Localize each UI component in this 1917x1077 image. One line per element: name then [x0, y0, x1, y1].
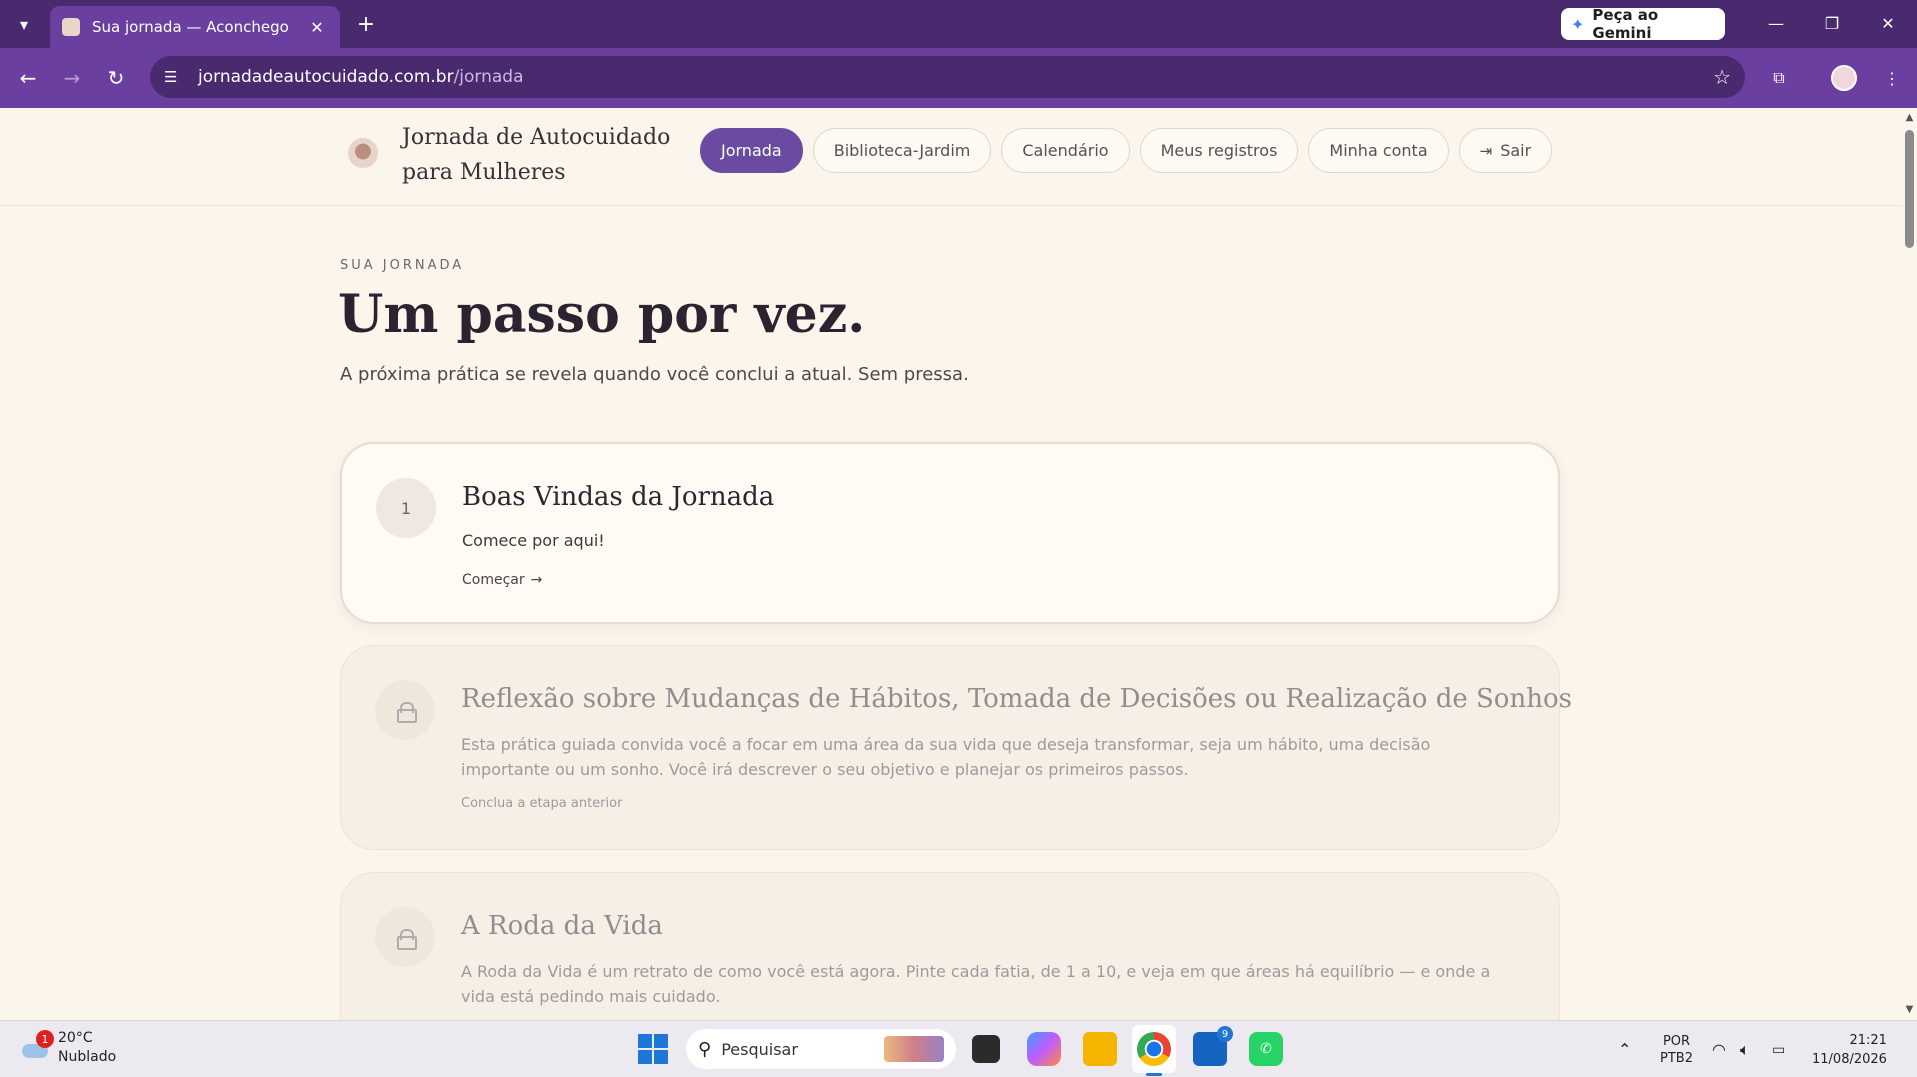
- extensions-icon[interactable]: ⧉: [1763, 62, 1795, 94]
- wifi-icon[interactable]: ◠: [1712, 1021, 1726, 1077]
- page-scrollbar[interactable]: ▲ ▼: [1902, 108, 1917, 1020]
- weather-widget[interactable]: 1 20°C Nublado: [20, 1029, 116, 1067]
- taskbar-search[interactable]: ⚲ Pesquisar: [686, 1029, 956, 1069]
- scroll-down-icon[interactable]: ▼: [1904, 1004, 1915, 1016]
- arrow-right-icon: →: [530, 572, 543, 588]
- lock-badge: [375, 680, 435, 740]
- logout-button[interactable]: ⇥ Sair: [1458, 128, 1553, 173]
- scroll-up-icon[interactable]: ▲: [1904, 112, 1915, 124]
- task-view-icon[interactable]: [972, 1035, 1000, 1063]
- browser-tab-bar: ▾ Sua jornada — Aconchego ✕ + ✦ Peça ao …: [0, 0, 1917, 48]
- site-info-icon[interactable]: ☰: [164, 68, 186, 86]
- active-indicator: [1146, 1073, 1162, 1076]
- gemini-button[interactable]: ✦ Peça ao Gemini: [1561, 6, 1725, 42]
- clock[interactable]: 21:21 11/08/2026: [1812, 1031, 1887, 1069]
- locked-hint: Conclua a etapa anterior: [461, 796, 623, 811]
- tab-title: Sua jornada — Aconchego: [92, 18, 289, 36]
- lock-icon: [397, 702, 417, 723]
- nav-biblioteca-jardim[interactable]: Biblioteca-Jardim: [812, 128, 992, 173]
- chevron-up-icon[interactable]: ⌃: [1618, 1021, 1631, 1077]
- section-eyebrow: SUA JORNADA: [340, 258, 465, 273]
- forward-icon[interactable]: →: [58, 64, 86, 92]
- back-icon[interactable]: ←: [14, 64, 42, 92]
- search-highlight-image: [884, 1036, 944, 1062]
- avatar[interactable]: [1828, 62, 1860, 94]
- weather-temp: 20°C: [58, 1030, 93, 1046]
- window-close-icon[interactable]: ✕: [1866, 8, 1910, 38]
- file-explorer-icon[interactable]: [1083, 1032, 1117, 1066]
- step-card-2: Reflexão sobre Mudanças de Hábitos, Toma…: [340, 645, 1572, 850]
- browser-tab[interactable]: Sua jornada — Aconchego ✕: [50, 6, 340, 48]
- logout-label: Sair: [1500, 141, 1532, 160]
- page-title: Um passo por vez.: [338, 284, 866, 345]
- gemini-star-icon: ✦: [1571, 14, 1585, 34]
- logout-icon: ⇥: [1479, 141, 1493, 160]
- nav-meus-registros[interactable]: Meus registros: [1139, 128, 1299, 173]
- taskbar: 1 20°C Nublado ⚲ Pesquisar 9 ✆ ⌃ POR PTB…: [0, 1020, 1917, 1077]
- site-logo[interactable]: [348, 138, 378, 168]
- battery-icon[interactable]: ▭: [1772, 1021, 1785, 1077]
- site-header: Jornada de Autocuidado para Mulheres Jor…: [0, 108, 1902, 206]
- brand-name[interactable]: Jornada de Autocuidado para Mulheres: [402, 120, 702, 190]
- plus-icon[interactable]: +: [352, 10, 380, 38]
- step-title: Reflexão sobre Mudanças de Hábitos, Toma…: [461, 684, 1572, 714]
- tab-list-icon[interactable]: ▾: [10, 10, 38, 38]
- lock-badge: [375, 907, 435, 967]
- lock-icon: [397, 929, 417, 950]
- reload-icon[interactable]: ↻: [102, 64, 130, 92]
- language-indicator[interactable]: POR PTB2: [1660, 1021, 1693, 1077]
- nav-jornada[interactable]: Jornada: [700, 128, 803, 173]
- step-description: A Roda da Vida é um retrato de como você…: [461, 962, 1491, 1006]
- copilot-icon[interactable]: [1027, 1032, 1061, 1066]
- gemini-label: Peça ao Gemini: [1592, 6, 1659, 42]
- weather-alert-badge: 1: [36, 1030, 54, 1048]
- address-bar: ← → ↻ ☰ jornadadeautocuidado.com.br/jorn…: [0, 48, 1917, 108]
- chrome-icon[interactable]: [1137, 1032, 1171, 1066]
- step-card-1[interactable]: 1 Boas Vindas da Jornada Comece por aqui…: [340, 442, 1560, 624]
- step-title: A Roda da Vida: [461, 911, 663, 941]
- step-title: Boas Vindas da Jornada: [462, 482, 775, 512]
- volume-icon[interactable]: 🔈︎: [1740, 1021, 1750, 1077]
- nav-minha-conta[interactable]: Minha conta: [1308, 128, 1449, 173]
- step-description: Comece por aqui!: [462, 531, 605, 550]
- cloud-icon: 1: [20, 1030, 54, 1060]
- scroll-thumb[interactable]: [1905, 130, 1914, 248]
- outlook-badge: 9: [1217, 1026, 1233, 1042]
- weather-desc: Nublado: [58, 1049, 117, 1065]
- menu-dots-icon[interactable]: ⋮: [1876, 62, 1908, 94]
- step-number: 1: [376, 478, 436, 538]
- page-content: Jornada de Autocuidado para Mulheres Jor…: [0, 108, 1902, 1020]
- minimize-icon[interactable]: —: [1754, 8, 1798, 38]
- start-link-label: Começar: [462, 572, 525, 588]
- whatsapp-icon[interactable]: ✆: [1249, 1032, 1283, 1066]
- omnibox[interactable]: ☰ jornadadeautocuidado.com.br/jornada ☆: [150, 56, 1745, 98]
- main-nav: Jornada Biblioteca-Jardim Calendário Meu…: [700, 128, 1553, 173]
- step-card-3: A Roda da Vida A Roda da Vida é um retra…: [340, 872, 1560, 1020]
- star-icon[interactable]: ☆: [1713, 65, 1731, 89]
- restore-icon[interactable]: ❐: [1810, 8, 1854, 38]
- step-description: Esta prática guiada convida você a focar…: [461, 735, 1431, 779]
- url-text[interactable]: jornadadeautocuidado.com.br/jornada: [198, 67, 524, 87]
- site-favicon: [62, 18, 80, 36]
- outlook-icon[interactable]: 9: [1193, 1026, 1233, 1066]
- search-placeholder: Pesquisar: [721, 1039, 798, 1059]
- windows-start-icon[interactable]: [638, 1034, 668, 1064]
- search-icon: ⚲: [698, 1038, 712, 1060]
- start-link[interactable]: Começar →: [462, 572, 542, 588]
- page-subtitle: A próxima prática se revela quando você …: [340, 364, 969, 385]
- nav-calendario[interactable]: Calendário: [1001, 128, 1130, 173]
- close-icon[interactable]: ✕: [306, 18, 328, 37]
